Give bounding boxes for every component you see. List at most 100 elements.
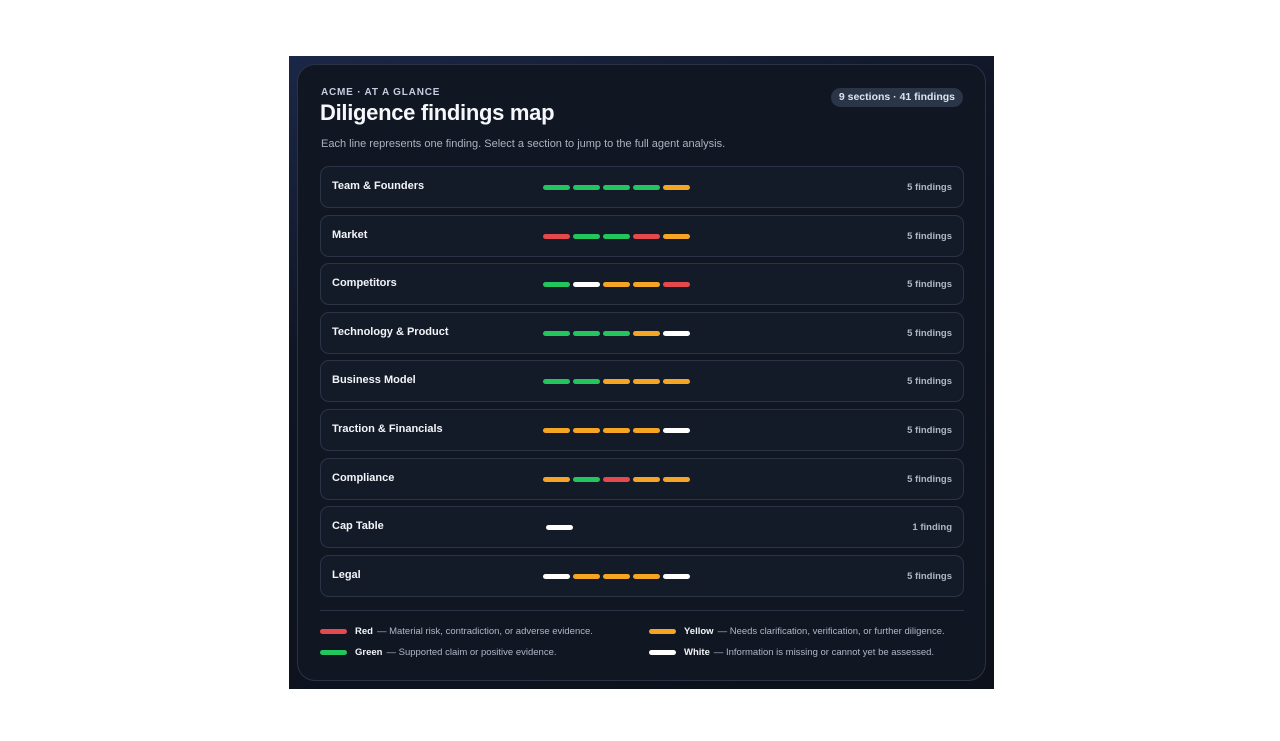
section-row-market[interactable]: Market 5 findings [320,214,964,257]
finding-bars [543,233,693,239]
finding-count: 5 findings [907,327,952,339]
finding-bar-white [546,525,573,531]
section-label: Traction & Financials [332,422,443,435]
finding-bar-yellow [633,573,660,579]
finding-bar-yellow [663,185,690,190]
finding-bar-yellow [633,476,660,482]
finding-count: 5 findings [907,376,952,388]
legend-name: Yellow [684,625,714,637]
legend-white: White — Information is missing or cannot… [649,645,934,659]
summary-badge: 9 sections · 41 findings [830,88,963,107]
section-label: Team & Founders [332,180,425,192]
finding-bar-green [603,185,630,190]
finding-count: 5 findings [907,230,952,242]
legend-name: Green [355,646,383,658]
section-label: Technology & Product [332,325,449,338]
finding-bar-yellow [633,427,660,433]
finding-bar-red [543,233,570,239]
finding-bar-yellow [573,573,600,579]
finding-bar-yellow [543,427,570,433]
legend-red: Red — Material risk, contradiction, or a… [320,624,593,638]
section-row-competitors[interactable]: Competitors 5 findings [320,263,964,306]
finding-bar-green [543,282,570,288]
section-label: Legal [332,568,361,581]
finding-bar-green [633,185,660,190]
finding-bar-yellow [663,233,690,239]
finding-bar-yellow [543,476,570,482]
finding-bar-green [603,330,630,336]
section-row-cap-table[interactable]: Cap Table 1 finding [320,506,964,549]
finding-bar-green [573,185,600,190]
finding-bars [543,427,693,433]
legend-green: Green — Supported claim or positive evid… [320,645,557,659]
finding-bar-yellow [603,573,630,579]
finding-count: 5 findings [907,473,952,485]
finding-bar-green [573,379,600,385]
finding-bars [543,282,693,288]
section-row-team-founders[interactable]: Team & Founders 5 findings [320,166,964,208]
finding-count: 5 findings [907,570,952,582]
section-label: Cap Table [332,520,384,533]
legend-divider [320,610,964,611]
section-row-technology-product[interactable]: Technology & Product 5 findings [320,311,964,354]
finding-bar-green [543,330,570,336]
finding-bar-green [573,330,600,336]
finding-count: 5 findings [907,182,952,193]
app-frame: ACME · AT A GLANCE Diligence findings ma… [289,56,994,689]
finding-bar-white [573,282,600,288]
finding-bar-white [663,330,690,336]
finding-bar-yellow [603,379,630,385]
legend-description: — Material risk, contradiction, or adver… [376,625,593,637]
section-row-legal[interactable]: Legal 5 findings [320,554,964,597]
finding-bars [546,525,576,531]
section-row-compliance[interactable]: Compliance 5 findings [320,457,964,500]
finding-count: 5 findings [907,279,952,291]
section-label: Compliance [332,471,395,484]
finding-bar-white [663,427,690,433]
page-subtitle: Each line represents one finding. Select… [321,138,726,150]
finding-bars [543,330,693,336]
legend-swatch-white [649,649,676,655]
finding-bar-yellow [633,282,660,288]
legend-description: — Needs clarification, verification, or … [717,625,945,637]
finding-bar-yellow [603,427,630,433]
section-label: Business Model [332,374,416,387]
finding-bar-green [573,233,600,239]
finding-count: 5 findings [907,424,952,436]
finding-bar-yellow [573,427,600,433]
finding-bar-yellow [663,476,690,482]
finding-bar-red [663,282,690,288]
findings-card: ACME · AT A GLANCE Diligence findings ma… [297,64,986,681]
section-row-business-model[interactable]: Business Model 5 findings [320,360,964,403]
finding-bars [543,379,693,385]
legend-description: — Information is missing or cannot yet b… [713,646,935,658]
finding-bar-red [603,476,630,482]
legend-yellow: Yellow — Needs clarification, verificati… [649,624,945,638]
legend-description: — Supported claim or positive evidence. [386,646,557,658]
legend-swatch-red [320,628,347,634]
legend-name: Red [355,625,373,637]
finding-bar-green [603,233,630,239]
finding-bars [543,476,693,482]
finding-bars [543,185,693,190]
legend-name: White [684,646,710,658]
finding-bar-green [573,476,600,482]
section-list: Team & Founders 5 findings Market 5 find… [320,166,964,603]
finding-bar-green [543,185,570,190]
page-title: Diligence findings map [320,100,555,125]
finding-bars [543,573,693,579]
finding-bar-yellow [603,282,630,288]
finding-count: 1 finding [912,522,952,534]
finding-bar-red [633,233,660,239]
finding-bar-white [543,573,570,579]
section-label: Market [332,228,368,241]
legend-swatch-green [320,649,347,655]
finding-bar-green [543,379,570,385]
eyebrow-label: ACME · AT A GLANCE [321,87,441,98]
section-label: Competitors [332,277,397,290]
finding-bar-yellow [633,330,660,336]
finding-bar-yellow [633,379,660,385]
legend-swatch-yellow [649,628,676,634]
finding-bar-yellow [663,379,690,385]
section-row-traction-financials[interactable]: Traction & Financials 5 findings [320,408,964,451]
